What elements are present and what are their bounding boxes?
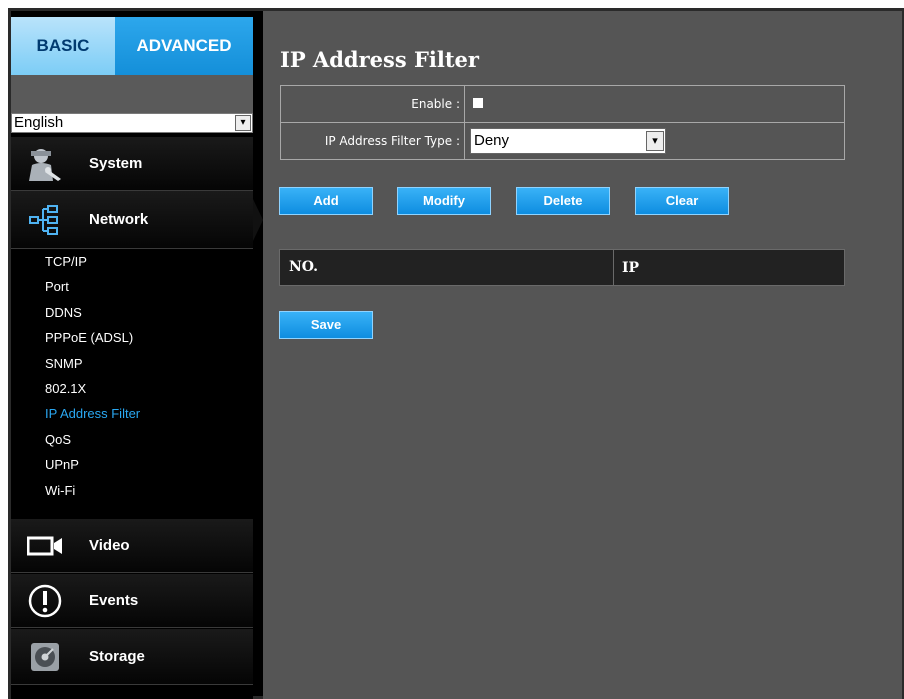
sidebar-item-system[interactable]: System: [11, 137, 253, 191]
submenu-item-8021x[interactable]: 802.1X: [11, 376, 253, 401]
submenu-item-upnp[interactable]: UPnP: [11, 452, 253, 477]
sidebar-item-events[interactable]: Events: [11, 574, 253, 628]
submenu-item-pppoe[interactable]: PPPoE (ADSL): [11, 325, 253, 350]
main-content: IP Address Filter Enable : IP Address Fi…: [263, 11, 902, 699]
storage-disk-icon: [25, 639, 65, 675]
submenu-item-snmp[interactable]: SNMP: [11, 351, 253, 376]
filter-type-value: Deny: [474, 132, 510, 149]
sidebar-item-storage-label: Storage: [89, 648, 145, 665]
modify-button[interactable]: Modify: [397, 187, 491, 215]
column-header-no: NO.: [280, 250, 614, 285]
filter-type-row: IP Address Filter Type : Deny ▾: [280, 122, 845, 160]
tab-basic[interactable]: BASIC: [11, 17, 115, 75]
enable-label: Enable :: [280, 85, 465, 123]
chevron-down-icon[interactable]: ▾: [235, 115, 251, 131]
system-admin-icon: [25, 146, 65, 182]
submenu-item-port[interactable]: Port: [11, 274, 253, 299]
mode-tabs: BASIC ADVANCED: [11, 17, 253, 87]
enable-row: Enable :: [280, 85, 845, 123]
submenu-item-ddns[interactable]: DDNS: [11, 300, 253, 325]
clear-button[interactable]: Clear: [635, 187, 729, 215]
filter-type-label: IP Address Filter Type :: [280, 122, 465, 160]
page-title: IP Address Filter: [280, 47, 479, 72]
ip-list-table-header: NO. IP: [279, 249, 845, 286]
filter-type-cell: Deny ▾: [464, 122, 845, 160]
sidebar-item-video-label: Video: [89, 537, 130, 554]
sidebar-item-events-label: Events: [89, 592, 139, 609]
sidebar-item-system-label: System: [89, 155, 143, 172]
save-button[interactable]: Save: [279, 311, 373, 339]
sidebar-band: [11, 75, 253, 117]
submenu-item-wifi[interactable]: Wi-Fi: [11, 478, 253, 503]
filter-settings-form: Enable : IP Address Filter Type : Deny ▾: [280, 85, 845, 160]
add-button[interactable]: Add: [279, 187, 373, 215]
network-icon: [25, 202, 65, 238]
filter-type-select[interactable]: Deny ▾: [470, 128, 666, 154]
delete-button[interactable]: Delete: [516, 187, 610, 215]
enable-checkbox[interactable]: [473, 98, 483, 108]
enable-cell: [464, 85, 845, 123]
tab-advanced-label: ADVANCED: [136, 36, 232, 55]
submenu-item-tcpip[interactable]: TCP/IP: [11, 249, 253, 274]
sidebar-item-storage[interactable]: Storage: [11, 629, 253, 685]
sidebar-item-video[interactable]: Video: [11, 519, 253, 573]
video-camera-icon: [25, 528, 65, 564]
sidebar-item-network[interactable]: Network: [11, 191, 263, 249]
network-submenu: TCP/IP Port DDNS PPPoE (ADSL) SNMP 802.1…: [11, 249, 253, 519]
sidebar: BASIC ADVANCED English ▾ System Network …: [11, 11, 263, 699]
column-header-ip: IP: [622, 259, 640, 276]
sidebar-item-network-label: Network: [89, 211, 149, 228]
submenu-item-ip-address-filter[interactable]: IP Address Filter: [11, 401, 253, 426]
language-select[interactable]: English ▾: [11, 113, 253, 133]
tab-advanced[interactable]: ADVANCED: [115, 17, 253, 87]
active-menu-arrow: [253, 199, 263, 241]
submenu-item-qos[interactable]: QoS: [11, 427, 253, 452]
alert-icon: [25, 583, 65, 619]
chevron-down-icon[interactable]: ▾: [646, 131, 664, 151]
language-select-value: English: [14, 114, 64, 131]
